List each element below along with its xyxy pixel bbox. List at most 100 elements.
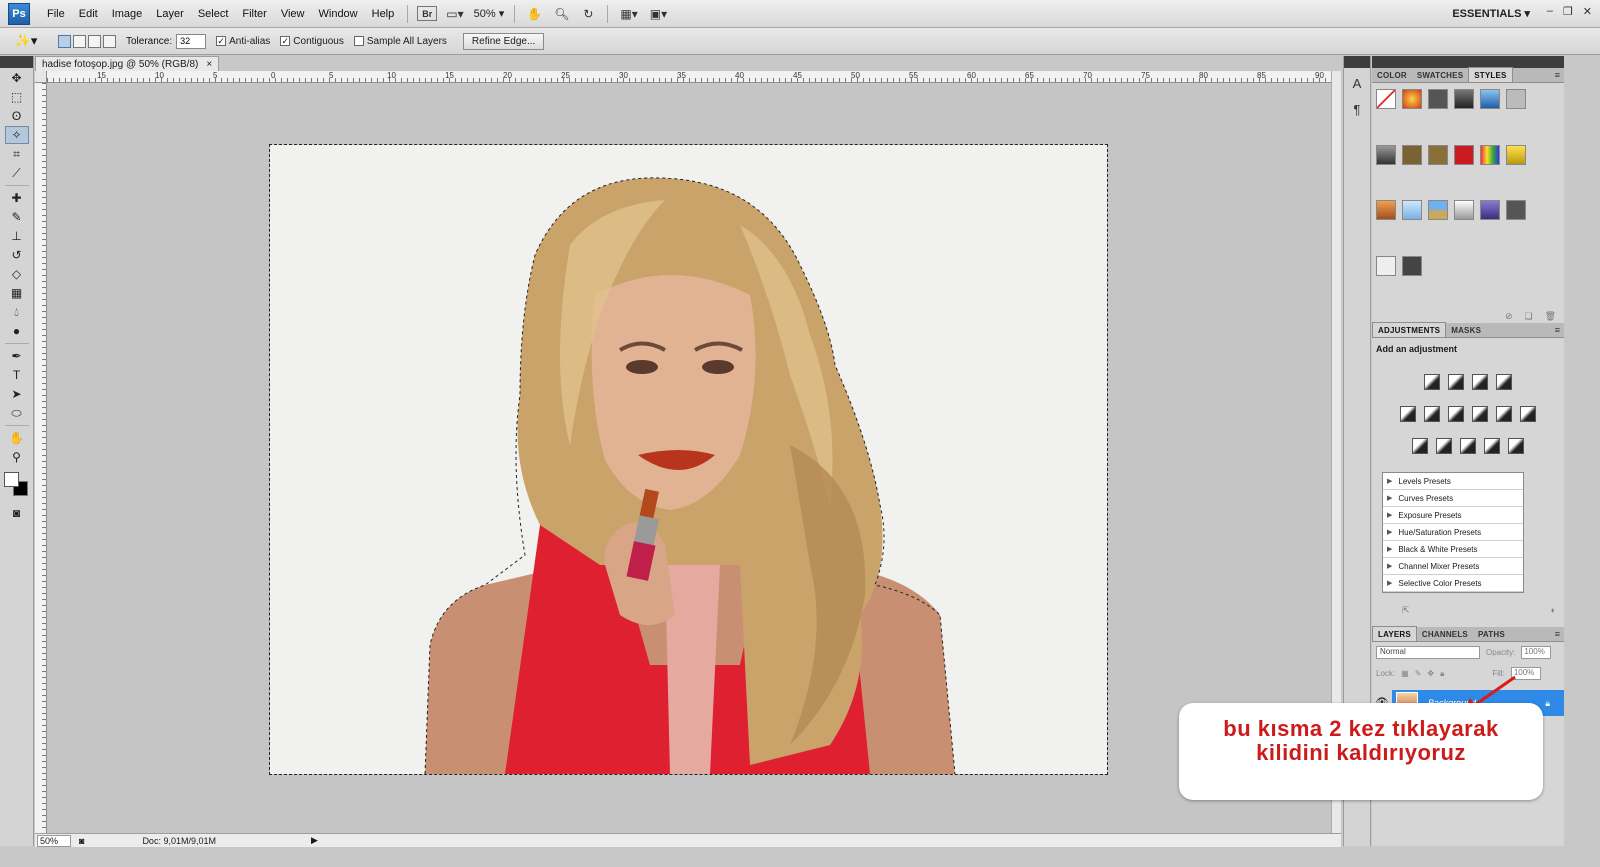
panel-menu-icon[interactable]: ≡	[1555, 325, 1560, 335]
eyedropper-tool-icon[interactable]: ⟋	[5, 164, 29, 182]
menu-filter[interactable]: Filter	[235, 8, 273, 20]
minimize-icon[interactable]: –	[1547, 5, 1553, 18]
paragraph-panel-icon[interactable]: ¶	[1346, 98, 1368, 120]
style-swatch[interactable]	[1376, 89, 1396, 109]
style-swatch[interactable]	[1506, 89, 1526, 109]
preset-item[interactable]: ▶ Hue/Saturation Presets	[1383, 524, 1523, 541]
style-swatch[interactable]	[1454, 200, 1474, 220]
magic-wand-tool-icon[interactable]: ✧	[4, 126, 29, 144]
photo-filter-icon[interactable]	[1496, 406, 1512, 422]
curves-icon[interactable]	[1472, 374, 1488, 390]
foreground-color-swatch[interactable]	[3, 472, 19, 487]
return-to-list-icon[interactable]: ⇱	[1402, 605, 1410, 617]
style-swatch[interactable]	[1454, 89, 1474, 109]
ruler-origin[interactable]	[35, 71, 47, 83]
menu-window[interactable]: Window	[312, 8, 365, 20]
new-selection-button[interactable]	[58, 34, 71, 48]
style-swatch[interactable]	[1402, 200, 1422, 220]
horizontal-ruler[interactable]: 15 10 5 0 5 10 15 20 25 30 35 40 45 50 5…	[47, 71, 1331, 83]
menu-image[interactable]: Image	[105, 8, 150, 20]
lock-position-icon[interactable]: ✥	[1427, 669, 1434, 678]
posterize-icon[interactable]	[1436, 438, 1452, 454]
blend-mode-select[interactable]: Normal	[1376, 646, 1480, 659]
tab-swatches[interactable]: SWATCHES	[1412, 68, 1468, 82]
arrange-documents-icon[interactable]: ▦▾	[617, 5, 640, 23]
magic-wand-preset-icon[interactable]: ✨▾	[8, 30, 44, 52]
preset-item[interactable]: ▶ Exposure Presets	[1383, 507, 1523, 524]
style-swatch[interactable]	[1376, 255, 1396, 276]
menu-view[interactable]: View	[274, 8, 312, 20]
tolerance-input[interactable]	[176, 33, 207, 49]
style-swatch[interactable]	[1402, 89, 1422, 109]
menu-file[interactable]: File	[40, 8, 72, 20]
tab-channels[interactable]: CHANNELS	[1417, 627, 1473, 641]
menu-layer[interactable]: Layer	[149, 8, 191, 20]
intersect-selection-button[interactable]	[103, 34, 116, 48]
style-swatch[interactable]	[1506, 144, 1526, 165]
brightness-contrast-icon[interactable]	[1424, 374, 1440, 390]
color-swatches[interactable]	[3, 472, 30, 498]
crop-tool-icon[interactable]: ⌗	[5, 145, 29, 163]
vibrance-icon[interactable]	[1400, 406, 1416, 422]
workspace-switcher[interactable]: ESSENTIALS ▾	[1452, 7, 1530, 20]
tools-panel-header[interactable]	[0, 56, 33, 68]
channel-mixer-icon[interactable]	[1520, 406, 1536, 422]
style-swatch[interactable]	[1402, 255, 1422, 276]
style-swatch[interactable]	[1402, 144, 1422, 165]
tab-masks[interactable]: MASKS	[1446, 323, 1486, 337]
contiguous-checkbox[interactable]: ✓ Contiguous	[280, 36, 344, 47]
vertical-ruler[interactable]	[35, 83, 47, 833]
close-document-icon[interactable]: ×	[206, 59, 212, 70]
style-swatch[interactable]	[1480, 144, 1500, 165]
add-selection-button[interactable]	[73, 34, 86, 48]
preset-item[interactable]: ▶ Levels Presets	[1383, 473, 1523, 490]
tab-layers[interactable]: LAYERS	[1372, 626, 1417, 641]
sample-all-layers-checkbox[interactable]: Sample All Layers	[353, 36, 447, 47]
status-zoom-field[interactable]: 50%	[37, 834, 71, 847]
move-tool-icon[interactable]: ✥	[5, 69, 29, 87]
status-info-icon[interactable]: ◙	[79, 836, 84, 846]
menu-select[interactable]: Select	[191, 8, 236, 20]
menu-edit[interactable]: Edit	[72, 8, 105, 20]
hand-tool-icon[interactable]: ✋	[5, 429, 29, 447]
layer-lock-icon[interactable]: 🔒︎	[1545, 698, 1550, 709]
tab-styles[interactable]: STYLES	[1468, 67, 1513, 82]
opacity-field[interactable]: 100%	[1521, 646, 1552, 659]
document-tab[interactable]: hadise fotoşop.jpg @ 50% (RGB/8) ×	[35, 56, 220, 71]
style-swatch[interactable]	[1480, 200, 1500, 220]
antialias-checkbox[interactable]: ✓ Anti-alias	[216, 36, 270, 47]
restore-icon[interactable]: ❐	[1563, 5, 1573, 18]
style-swatch[interactable]	[1428, 144, 1448, 165]
tab-adjustments[interactable]: ADJUSTMENTS	[1372, 322, 1447, 337]
marquee-tool-icon[interactable]: ⬚	[5, 88, 29, 106]
status-menu-arrow-icon[interactable]: ▶	[311, 835, 318, 846]
tab-paths[interactable]: PATHS	[1473, 627, 1510, 641]
history-brush-tool-icon[interactable]: ↺	[5, 246, 29, 264]
panel-menu-icon[interactable]: ≡	[1555, 70, 1560, 80]
hand-tool-icon[interactable]: ✋	[524, 5, 545, 23]
zoom-tool-icon[interactable]: 🔍︎	[551, 5, 572, 23]
lasso-tool-icon[interactable]: ʘ	[5, 107, 29, 125]
dodge-tool-icon[interactable]: ●	[5, 322, 29, 340]
preset-item[interactable]: ▶ Black & White Presets	[1383, 541, 1523, 558]
type-tool-icon[interactable]: T	[5, 366, 29, 384]
hue-saturation-icon[interactable]	[1424, 406, 1440, 422]
subtract-selection-button[interactable]	[88, 34, 101, 48]
tab-color[interactable]: COLOR	[1372, 68, 1412, 82]
invert-icon[interactable]	[1412, 438, 1428, 454]
close-icon[interactable]: ✕	[1583, 5, 1592, 18]
eraser-tool-icon[interactable]: ◇	[5, 265, 29, 283]
style-swatch[interactable]	[1506, 200, 1526, 220]
menu-help[interactable]: Help	[365, 8, 402, 20]
character-panel-icon[interactable]: A	[1346, 72, 1368, 94]
style-swatch[interactable]	[1428, 200, 1448, 220]
lock-transparency-icon[interactable]: ▦	[1401, 669, 1409, 678]
dock-header[interactable]	[1344, 56, 1370, 68]
rotate-view-icon[interactable]: ↻	[578, 5, 598, 23]
document-canvas[interactable]	[269, 144, 1108, 775]
black-white-icon[interactable]	[1472, 406, 1488, 422]
clear-style-icon[interactable]: ⊘	[1505, 311, 1513, 323]
style-swatch[interactable]	[1480, 89, 1500, 109]
style-swatch[interactable]	[1454, 144, 1474, 165]
exposure-icon[interactable]	[1496, 374, 1512, 390]
